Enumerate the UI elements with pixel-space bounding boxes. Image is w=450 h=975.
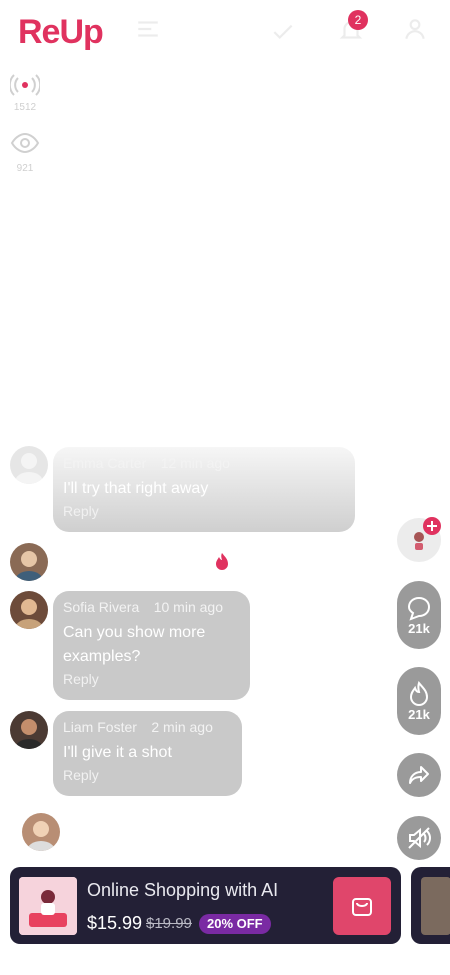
comments-button[interactable]: 21k: [397, 581, 441, 649]
share-icon: [409, 766, 429, 784]
eye-icon: [10, 132, 40, 154]
product-title: Online Shopping with AI: [87, 880, 279, 900]
shopping-image-icon: [19, 877, 77, 935]
follow-plus-icon[interactable]: [423, 517, 441, 535]
user-avatar-icon: [15, 453, 43, 484]
product-price: $15.99: [87, 913, 143, 933]
comment-author: Sofia Rivera: [63, 599, 140, 615]
add-to-cart-button[interactable]: [333, 877, 391, 935]
views-count: 921: [16, 163, 34, 174]
user-avatar-icon: [15, 599, 43, 629]
avatar[interactable]: [10, 711, 48, 749]
comment-text: I'll give it a shot: [63, 744, 172, 761]
like-button[interactable]: 21k: [397, 667, 441, 735]
comment-author: Emma Carter: [63, 455, 147, 471]
flame-icon: [409, 680, 429, 706]
reply-link[interactable]: Reply: [63, 503, 345, 519]
next-product-card[interactable]: [411, 867, 450, 944]
comment-icon: [407, 596, 431, 621]
discount-badge: 20% OFF: [199, 914, 271, 934]
notification-badge: 2: [348, 10, 368, 30]
comment-bubble: Liam Foster 2 min ago I'll give it a sho…: [53, 711, 242, 796]
user-avatar-icon: [15, 551, 43, 581]
comment-author: Liam Foster: [63, 719, 137, 735]
check-icon[interactable]: [270, 18, 296, 44]
comment-text: I'll try that right away: [63, 480, 209, 497]
mute-button[interactable]: [397, 816, 441, 860]
comment-time: 12 min ago: [160, 455, 230, 471]
mute-icon: [408, 827, 431, 849]
user-avatar-icon: [27, 821, 55, 851]
app-logo: ReUp: [18, 13, 104, 51]
product-old-price: $19.99: [146, 915, 192, 932]
avatar[interactable]: [10, 591, 48, 629]
comment-text: Can you show more examples?: [63, 624, 206, 665]
reply-link[interactable]: Reply: [63, 671, 240, 687]
next-product-image: [421, 877, 450, 935]
user-avatar-icon: [15, 719, 43, 749]
flame-reaction-icon: [216, 553, 228, 570]
product-image: [19, 877, 77, 935]
comment-bubble: Sofia Rivera 10 min ago Can you show mor…: [53, 591, 250, 700]
comment-time: 10 min ago: [153, 599, 223, 615]
avatar[interactable]: [10, 446, 48, 484]
shopping-bag-icon: [352, 898, 372, 916]
likes-count: 21k: [408, 706, 430, 722]
reply-link[interactable]: Reply: [63, 767, 232, 783]
live-viewers-count: 1512: [13, 102, 37, 113]
comment-bubble: Emma Carter 12 min ago I'll try that rig…: [53, 447, 355, 532]
share-button[interactable]: [397, 753, 441, 797]
comment-time: 2 min ago: [151, 719, 213, 735]
current-user-avatar[interactable]: [22, 813, 60, 851]
menu-icon[interactable]: [135, 16, 161, 42]
live-icon: [10, 74, 40, 96]
comments-count: 21k: [408, 620, 430, 636]
avatar[interactable]: [10, 543, 48, 581]
product-card[interactable]: Online Shopping with AI $15.99 $19.99 20…: [10, 867, 401, 944]
profile-icon[interactable]: [402, 16, 428, 42]
